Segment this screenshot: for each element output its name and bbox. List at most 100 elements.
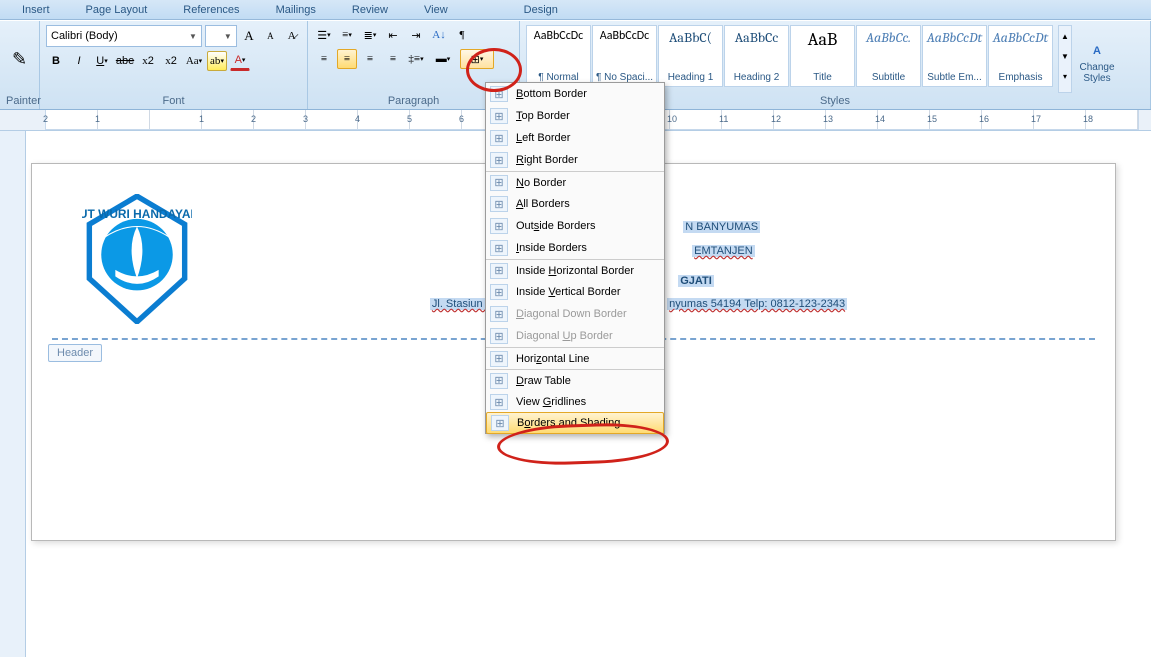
ruler-tick: 2 [46, 110, 98, 129]
gallery-more-button[interactable]: ▾ [1059, 66, 1071, 86]
multilevel-button[interactable]: ≣▾ [360, 25, 380, 45]
style-card[interactable]: AaBbCcDc¶ Normal [526, 25, 591, 87]
border-menu-label: All Borders [516, 198, 570, 210]
font-color-button[interactable]: A▾ [230, 51, 250, 71]
shading-button[interactable]: ▬▾ [429, 49, 457, 69]
border-menu-item[interactable]: ⊞Inside Borders [486, 237, 664, 259]
menu-references[interactable]: References [165, 2, 257, 18]
style-card[interactable]: AaBbCcDtSubtle Em... [922, 25, 987, 87]
ruler-tick: 11 [722, 110, 774, 129]
style-preview: AaBbCcDc [600, 29, 649, 43]
border-icon: ⊞ [490, 130, 508, 146]
menu-view[interactable]: View [406, 2, 466, 18]
underline-button[interactable]: U▾ [92, 51, 112, 71]
style-preview: AaBbCcDt [927, 29, 983, 46]
menu-insert[interactable]: Insert [4, 2, 68, 18]
format-painter-icon[interactable]: ✎ [6, 41, 34, 77]
border-menu-item[interactable]: ⊞Inside Vertical Border [486, 281, 664, 303]
menu-review[interactable]: Review [334, 2, 406, 18]
gallery-down-button[interactable]: ▼ [1059, 46, 1071, 66]
logo-icon: TUT WURI HANDAYANI [82, 194, 192, 324]
border-menu-label: Right Border [516, 154, 578, 166]
menu-design[interactable]: Design [506, 2, 576, 18]
border-menu-item[interactable]: ⊞Inside Horizontal Border [486, 259, 664, 281]
border-menu-item[interactable]: ⊞ Outside Borders [486, 215, 664, 237]
header-tag[interactable]: Header [48, 344, 102, 362]
gallery-up-button[interactable]: ▲ [1059, 26, 1071, 46]
font-name-combo[interactable]: Calibri (Body)▼ [46, 25, 202, 47]
border-menu-item[interactable]: ⊞Horizontal Line [486, 347, 664, 369]
highlight-button[interactable]: ab▾ [207, 51, 227, 71]
numbering-button[interactable]: ≡▾ [337, 25, 357, 45]
border-menu-item[interactable]: ⊞Draw Table [486, 369, 664, 391]
border-menu-item[interactable]: ⊞ View Gridlines [486, 391, 664, 413]
italic-button[interactable]: I [69, 51, 89, 71]
border-menu-item[interactable]: ⊞Right Border [486, 149, 664, 171]
border-menu-label: Inside Vertical Border [516, 286, 621, 298]
borders-button[interactable]: ⊞▾ [460, 49, 494, 69]
border-icon: ⊞ [490, 218, 508, 234]
style-name: Emphasis [999, 72, 1043, 83]
shrink-font-button[interactable]: A [261, 26, 279, 46]
style-card[interactable]: AaBTitle [790, 25, 855, 87]
vertical-ruler[interactable] [0, 131, 26, 657]
ruler-tick: 16 [982, 110, 1034, 129]
increase-indent-button[interactable]: ⇥ [406, 25, 426, 45]
ruler-tick: 1 [98, 110, 150, 129]
border-icon: ⊞ [490, 394, 508, 410]
border-menu-item[interactable]: ⊞Borders and Shading... [486, 412, 664, 434]
borders-dropdown: ⊞Bottom Border⊞Top Border⊞Left Border⊞Ri… [485, 82, 665, 434]
menu-page-layout[interactable]: Page Layout [68, 2, 166, 18]
line-spacing-button[interactable]: ‡≡▾ [406, 49, 426, 69]
paragraph-group-label: Paragraph [314, 93, 513, 109]
superscript-button[interactable]: x2 [161, 51, 181, 71]
change-styles-button[interactable]: A Change Styles [1076, 25, 1118, 93]
border-menu-item[interactable]: ⊞Bottom Border [486, 83, 664, 105]
style-card[interactable]: AaBbCcDtEmphasis [988, 25, 1053, 87]
border-menu-label: Outside Borders [516, 220, 596, 232]
painter-label: Painter [6, 93, 33, 109]
border-menu-item[interactable]: ⊞ Left Border [486, 127, 664, 149]
border-icon: ⊞ [490, 263, 508, 279]
border-icon: ⊞ [490, 328, 508, 344]
style-card[interactable]: AaBbC(Heading 1 [658, 25, 723, 87]
grow-font-button[interactable]: A [240, 26, 258, 46]
bold-button[interactable]: B [46, 51, 66, 71]
align-left-button[interactable]: ≡ [314, 49, 334, 69]
border-menu-label: Borders and Shading... [517, 417, 630, 429]
border-menu-label: View Gridlines [516, 396, 586, 408]
style-name: Heading 2 [734, 72, 780, 83]
align-center-button[interactable]: ≡ [337, 49, 357, 69]
style-card[interactable]: AaBbCcDc¶ No Spaci... [592, 25, 657, 87]
decrease-indent-button[interactable]: ⇤ [383, 25, 403, 45]
ruler-tick: 17 [1034, 110, 1086, 129]
clear-formatting-button[interactable]: A̷ [283, 26, 301, 46]
bullets-button[interactable]: ☰▾ [314, 25, 334, 45]
change-case-button[interactable]: Aa▾ [184, 51, 204, 71]
border-menu-item[interactable]: ⊞No Border [486, 171, 664, 193]
font-size-combo[interactable]: ▼ [205, 25, 237, 47]
menu-mailings[interactable]: Mailings [258, 2, 334, 18]
border-menu-label: Bottom Border [516, 88, 587, 100]
show-marks-button[interactable]: ¶ [452, 25, 472, 45]
border-menu-item[interactable]: ⊞Top Border [486, 105, 664, 127]
svg-text:TUT WURI HANDAYANI: TUT WURI HANDAYANI [82, 207, 192, 221]
style-card[interactable]: AaBbCcHeading 2 [724, 25, 789, 87]
align-right-button[interactable]: ≡ [360, 49, 380, 69]
strike-button[interactable]: abe [115, 51, 135, 71]
styles-gallery[interactable]: AaBbCcDc¶ NormalAaBbCcDc¶ No Spaci...AaB… [526, 25, 1054, 87]
border-menu-label: Left Border [516, 132, 570, 144]
style-name: Subtitle [872, 72, 905, 83]
style-card[interactable]: AaBbCc. Subtitle [856, 25, 921, 87]
ruler-tick: 15 [930, 110, 982, 129]
border-menu-item[interactable]: ⊞All Borders [486, 193, 664, 215]
border-menu-item: ⊞Diagonal Up Border [486, 325, 664, 347]
style-preview: AaBbCc. [866, 29, 911, 46]
border-menu-label: No Border [516, 177, 566, 189]
border-menu-label: Horizontal Line [516, 353, 589, 365]
chevron-down-icon: ▼ [189, 32, 197, 41]
justify-button[interactable]: ≡ [383, 49, 403, 69]
sort-button[interactable]: A↓ [429, 25, 449, 45]
subscript-button[interactable]: x2 [138, 51, 158, 71]
border-icon: ⊞ [490, 240, 508, 256]
